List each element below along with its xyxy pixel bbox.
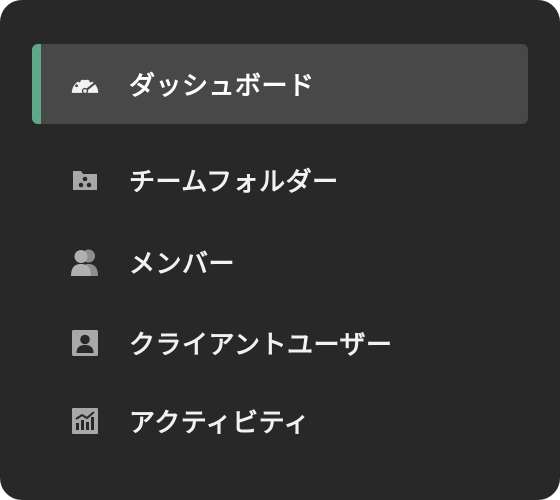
sidebar-item-activity[interactable]: アクティビティ — [32, 381, 528, 461]
team-folder-icon — [70, 165, 100, 195]
sidebar-item-team-folder[interactable]: チームフォルダー — [32, 140, 528, 220]
sidebar-item-label: ダッシュボード — [129, 71, 315, 102]
client-user-icon — [70, 328, 100, 358]
members-icon — [70, 247, 100, 277]
active-indicator — [32, 44, 41, 124]
sidebar-item-members[interactable]: メンバー — [32, 222, 528, 302]
sidebar-item-dashboard[interactable]: ダッシュボード — [32, 44, 528, 124]
sidebar-panel: ダッシュボード チームフォルダー メンバー クライアントユーザー アクティビティ — [0, 0, 560, 500]
sidebar-item-label: クライアントユーザー — [129, 330, 393, 361]
sidebar-item-label: チームフォルダー — [129, 167, 339, 198]
sidebar-item-label: メンバー — [129, 249, 236, 280]
activity-chart-icon — [70, 406, 100, 436]
sidebar-item-client-users[interactable]: クライアントユーザー — [32, 303, 528, 383]
sidebar-item-label: アクティビティ — [129, 408, 311, 439]
dashboard-gauge-icon — [70, 69, 100, 99]
